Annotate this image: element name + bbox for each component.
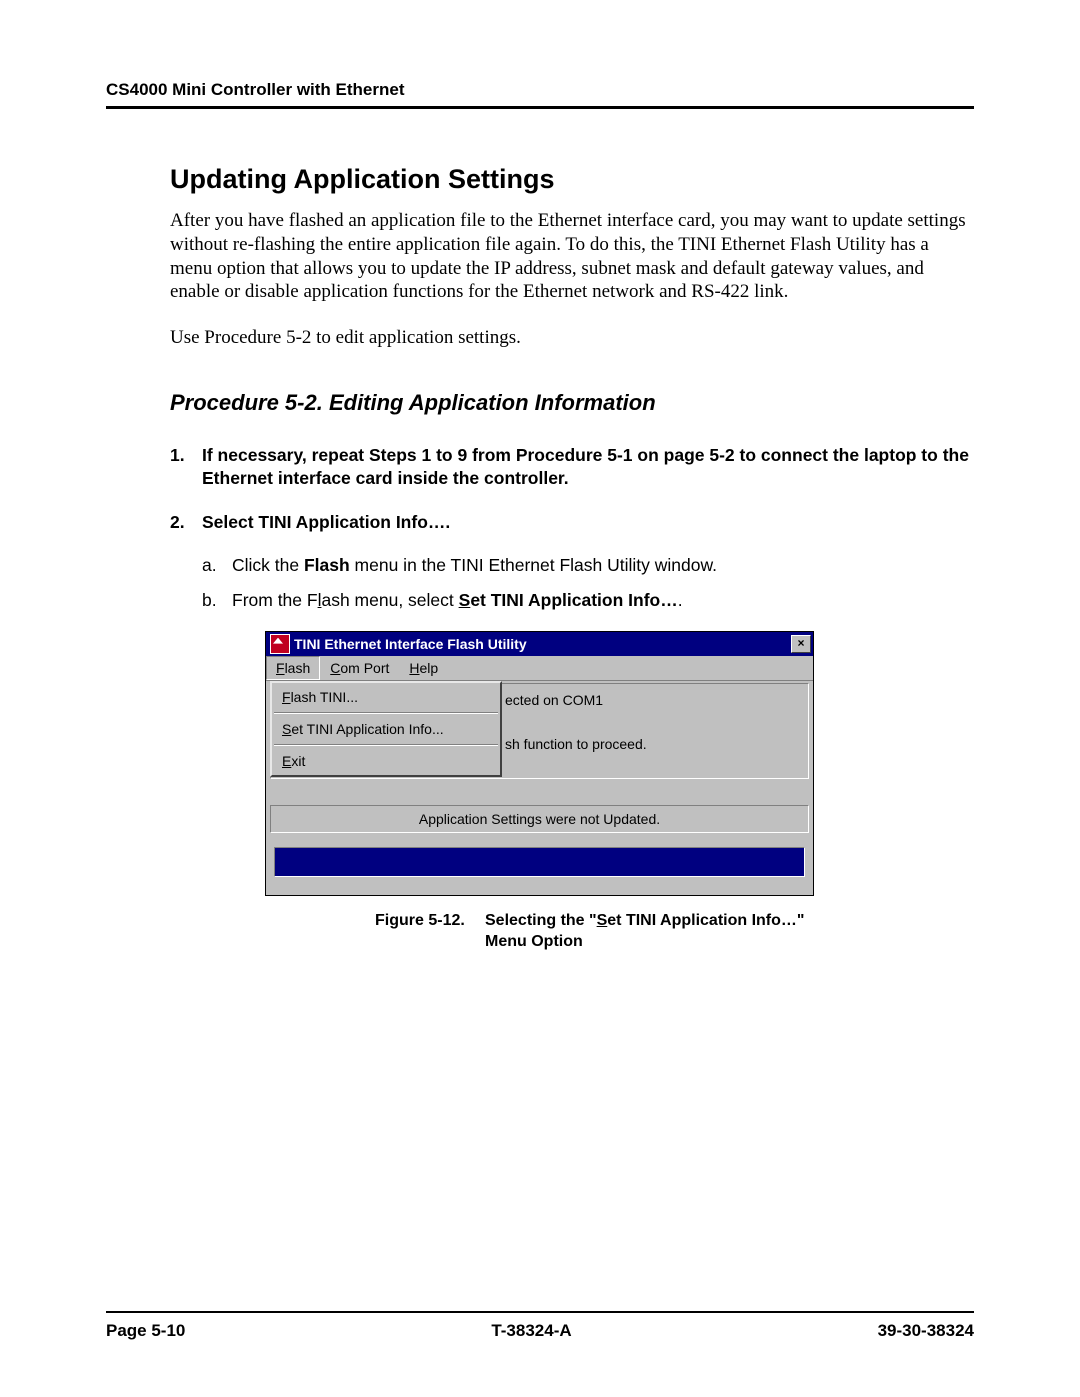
menu-help[interactable]: Help — [399, 656, 448, 680]
footer-docnum: T-38324-A — [491, 1321, 571, 1341]
figure-caption: Figure 5-12. Selecting the "Set TINI App… — [375, 910, 814, 953]
menuitem-flash-tini[interactable]: Flash TINI... — [272, 683, 500, 711]
substep-a: a. Click the Flash menu in the TINI Ethe… — [202, 555, 974, 576]
step-number: 1. — [170, 444, 202, 491]
footer-page: Page 5-10 — [106, 1321, 185, 1341]
substep-letter: b. — [202, 590, 232, 611]
title-bar[interactable]: TINI Ethernet Interface Flash Utility × — [266, 632, 813, 656]
close-icon[interactable]: × — [791, 635, 811, 653]
page-header: CS4000 Mini Controller with Ethernet — [106, 80, 974, 109]
app-icon — [270, 634, 290, 654]
figure-text: Selecting the "Set TINI Application Info… — [485, 910, 814, 953]
substep-text: Click the Flash menu in the TINI Etherne… — [232, 555, 717, 576]
step-2: 2. Select TINI Application Info…. — [170, 511, 974, 535]
window-title: TINI Ethernet Interface Flash Utility — [294, 636, 791, 652]
substep-text: From the Flash menu, select Set TINI App… — [232, 590, 683, 611]
intro-paragraph-2: Use Procedure 5-2 to edit application se… — [170, 326, 974, 350]
step-text: If necessary, repeat Steps 1 to 9 from P… — [202, 444, 974, 491]
panel-line-2: sh function to proceed. — [505, 736, 808, 758]
status-bar: Application Settings were not Updated. — [270, 805, 809, 833]
substep-letter: a. — [202, 555, 232, 576]
flash-utility-window: TINI Ethernet Interface Flash Utility × … — [265, 631, 814, 896]
flash-menu-dropdown: Flash TINI... Set TINI Application Info.… — [270, 681, 502, 777]
menu-separator — [274, 712, 498, 714]
substep-b: b. From the Flash menu, select Set TINI … — [202, 590, 974, 611]
progress-bar — [274, 847, 805, 877]
doc-title: CS4000 Mini Controller with Ethernet — [106, 80, 405, 99]
menu-com-port[interactable]: Com Port — [320, 656, 399, 680]
step-1: 1. If necessary, repeat Steps 1 to 9 fro… — [170, 444, 974, 491]
panel-line-1: ected on COM1 — [505, 692, 808, 714]
menuitem-exit[interactable]: Exit — [272, 747, 500, 775]
section-heading: Updating Application Settings — [170, 164, 974, 195]
page-footer: Page 5-10 T-38324-A 39-30-38324 — [106, 1311, 974, 1341]
menu-flash[interactable]: Flash — [266, 656, 320, 680]
procedure-title: Procedure 5-2. Editing Application Infor… — [170, 390, 974, 416]
footer-partnum: 39-30-38324 — [878, 1321, 974, 1341]
step-number: 2. — [170, 511, 202, 535]
menuitem-set-app-info[interactable]: Set TINI Application Info... — [272, 715, 500, 743]
step-text: Select TINI Application Info…. — [202, 511, 450, 535]
menu-separator — [274, 744, 498, 746]
figure-label: Figure 5-12. — [375, 910, 485, 953]
intro-paragraph-1: After you have flashed an application fi… — [170, 209, 974, 304]
menu-bar: Flash Com Port Help — [266, 656, 813, 681]
